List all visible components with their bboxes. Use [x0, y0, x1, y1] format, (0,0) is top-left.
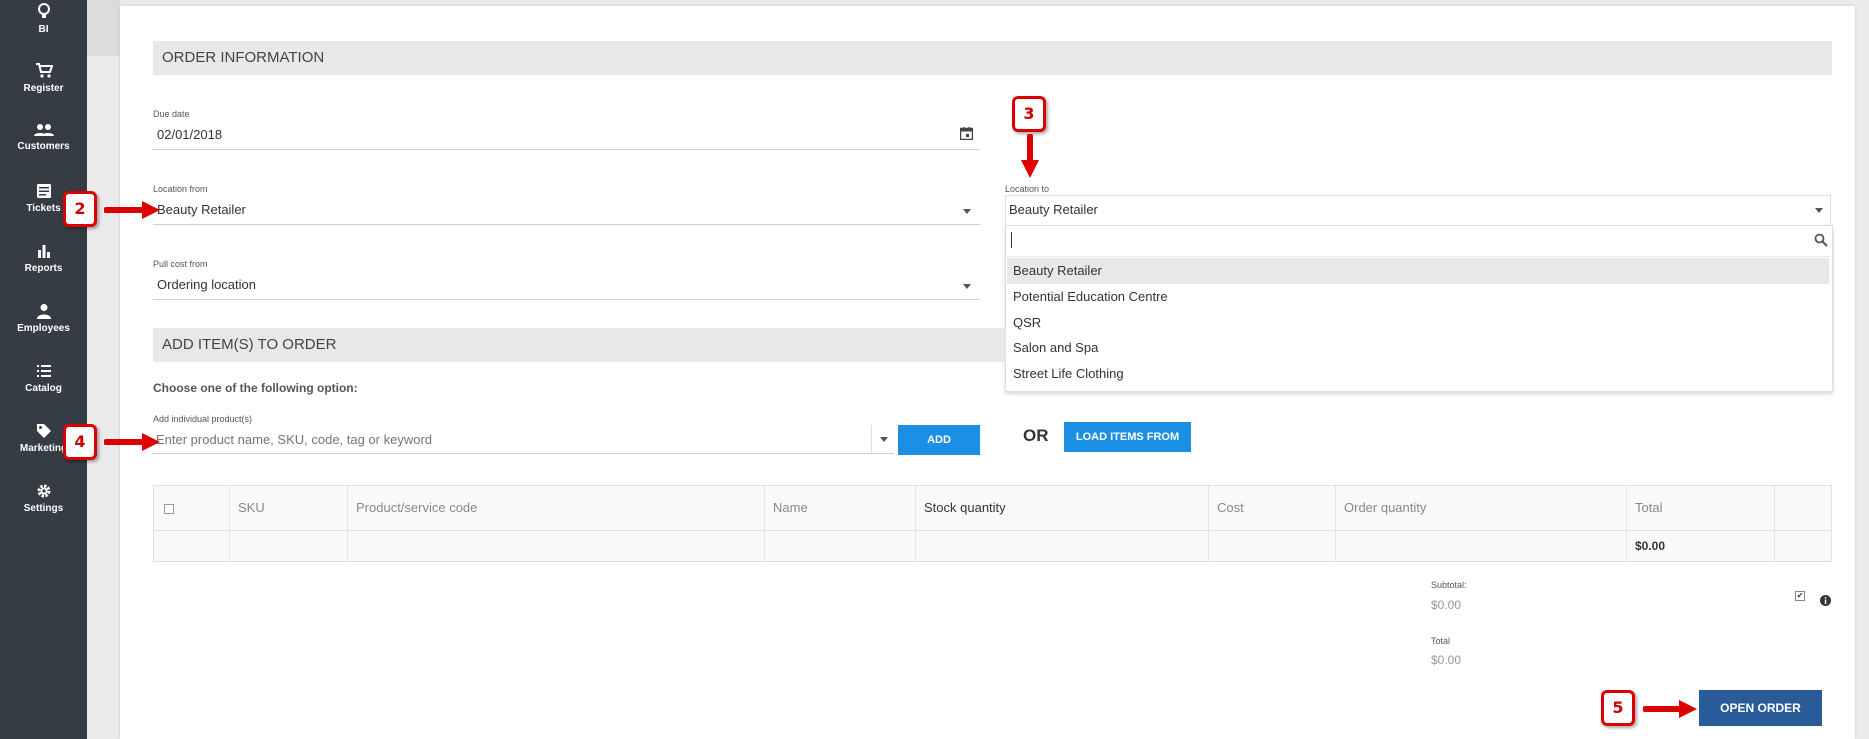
gear-icon [37, 484, 50, 498]
add-product-underline [153, 453, 894, 454]
load-items-from-button[interactable]: LOAD ITEMS FROM [1064, 422, 1191, 452]
nav-employees[interactable]: Employees [0, 303, 87, 359]
cart-icon [35, 63, 53, 78]
nav-reports[interactable]: Reports [0, 243, 87, 299]
total-label: Total [1431, 636, 1451, 646]
nav-label: Reports [24, 263, 63, 274]
open-order-button[interactable]: OPEN ORDER [1699, 690, 1822, 726]
pull-cost-underline [153, 299, 980, 300]
dropdown-option[interactable]: Salon and Spa [1007, 335, 1829, 361]
arrow-right-icon [104, 433, 160, 451]
people-icon [33, 124, 54, 136]
table-header[interactable]: Name [765, 486, 916, 530]
chevron-down-icon[interactable] [880, 437, 888, 442]
table-header[interactable]: Cost [1209, 486, 1336, 530]
or-text: OR [1023, 426, 1049, 445]
bulb-icon [37, 3, 50, 18]
nav-label: BI [38, 24, 49, 35]
ticket-icon [36, 184, 51, 198]
table-header[interactable]: Total [1627, 486, 1775, 530]
bar-chart-icon [37, 245, 50, 258]
arrow-right-icon [104, 201, 160, 219]
nav-settings[interactable]: Settings [0, 483, 87, 539]
person-icon [36, 304, 51, 319]
nav-customers[interactable]: Customers [0, 123, 87, 179]
tag-icon [36, 424, 51, 438]
header-select-all [154, 486, 230, 530]
add-product-label: Add individual product(s) [153, 414, 253, 424]
calendar-icon[interactable] [960, 127, 973, 140]
callout-badge: 3 [1012, 96, 1046, 132]
location-to-select[interactable] [1005, 195, 1831, 225]
table-header-actions [1775, 486, 1831, 530]
dropdown-search-input[interactable] [1010, 229, 1810, 251]
nav-label: Customers [17, 141, 70, 152]
footer-total: $0.00 [1627, 530, 1775, 562]
nav-register[interactable]: Register [0, 63, 87, 119]
arrow-down-icon [1021, 134, 1039, 178]
nav-label: Catalog [25, 383, 62, 394]
arrow-right-icon [1643, 700, 1697, 718]
callout-badge: 4 [63, 424, 97, 460]
chevron-down-icon[interactable] [1815, 208, 1823, 213]
nav-label: Employees [17, 323, 70, 334]
tax-checkbox[interactable]: ✔ [1795, 591, 1805, 601]
section-header-add-items: ADD ITEM(S) TO ORDER [153, 328, 1005, 362]
search-icon [1814, 233, 1828, 247]
callout-badge: 5 [1601, 690, 1635, 726]
table-header[interactable]: Product/service code [348, 486, 765, 530]
subtotal-value: $0.00 [1431, 598, 1462, 612]
table-header[interactable]: Stock quantity [916, 486, 1209, 530]
select-all-checkbox[interactable] [164, 503, 174, 514]
add-button[interactable]: ADD [898, 425, 980, 455]
subtotal-label: Subtotal: [1431, 580, 1467, 590]
pull-cost-label: Pull cost from [153, 259, 208, 269]
location-to-value: Beauty Retailer [1009, 202, 1098, 217]
due-date-input[interactable]: 02/01/2018 [157, 127, 222, 142]
location-from-label: Location from [153, 184, 208, 194]
top-gap [87, 0, 120, 56]
nav-catalog[interactable]: Catalog [0, 363, 87, 419]
due-date-label: Due date [153, 109, 190, 119]
nav-bi[interactable]: BI [0, 2, 87, 58]
total-value: $0.00 [1431, 653, 1462, 667]
dropdown-option[interactable]: QSR [1007, 310, 1829, 336]
sidebar: BI Register Customers Tickets Reports Em… [0, 0, 87, 739]
dropdown-option[interactable]: Potential Education Centre [1007, 284, 1829, 310]
location-to-dropdown: Beauty Retailer Potential Education Cent… [1005, 225, 1833, 392]
table-header[interactable]: Order quantity [1336, 486, 1627, 530]
location-to-label: Location to [1005, 184, 1050, 194]
nav-label: Settings [23, 503, 64, 514]
table-header[interactable]: SKU [230, 486, 348, 530]
info-icon[interactable] [1820, 595, 1831, 606]
add-product-input[interactable] [153, 430, 870, 448]
dropdown-option[interactable]: Beauty Retailer [1007, 258, 1829, 284]
section-header-order-information: ORDER INFORMATION [153, 41, 1832, 75]
chevron-down-icon[interactable] [963, 284, 971, 289]
chevron-down-icon[interactable] [963, 209, 971, 214]
list-icon [36, 365, 51, 377]
location-from-underline [153, 224, 980, 225]
due-date-underline [153, 149, 980, 150]
nav-label: Register [23, 83, 64, 94]
add-items-instruction: Choose one of the following option: [153, 381, 358, 395]
order-items-table: SKU Product/service code Name Stock quan… [153, 485, 1832, 562]
location-from-select[interactable]: Beauty Retailer [157, 202, 246, 217]
callout-badge: 2 [63, 191, 97, 227]
pull-cost-select[interactable]: Ordering location [157, 277, 256, 292]
dropdown-option[interactable]: Street Life Clothing [1007, 361, 1829, 387]
